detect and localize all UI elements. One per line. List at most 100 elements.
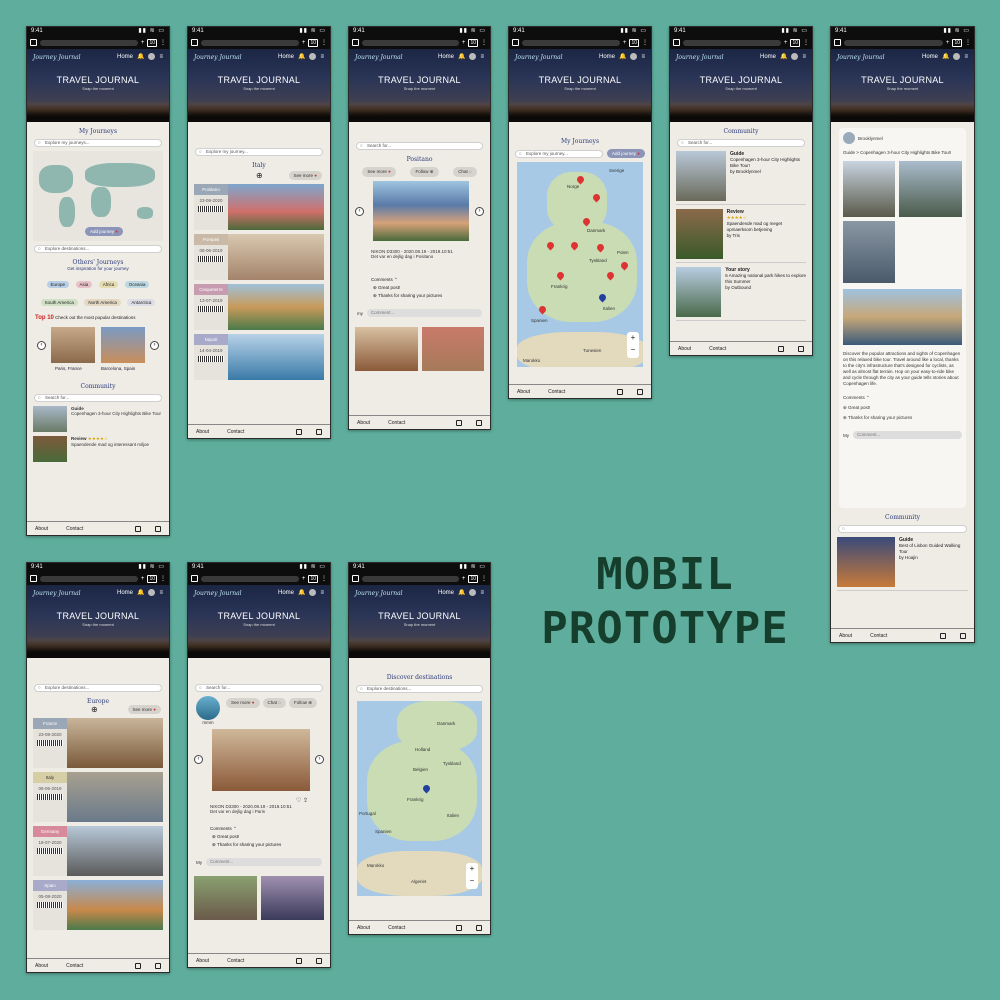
- heart-icon[interactable]: ♡: [296, 798, 301, 804]
- destination-card[interactable]: Italy 08-06-2019: [33, 772, 163, 822]
- facebook-icon[interactable]: [476, 419, 482, 426]
- facebook-icon[interactable]: [798, 345, 804, 352]
- instagram-icon[interactable]: [296, 428, 302, 435]
- menu-icon[interactable]: ⋮: [642, 40, 648, 46]
- tab-count[interactable]: 10: [147, 574, 157, 583]
- community-item[interactable]: Guide Copenhagen 3-hour City Highlights B…: [33, 406, 163, 432]
- nav-home[interactable]: Home: [438, 590, 454, 596]
- tab-count[interactable]: 10: [468, 574, 478, 583]
- logo[interactable]: Journey Journal: [33, 590, 81, 597]
- chevron-left-icon[interactable]: ‹: [37, 341, 46, 350]
- comment-input[interactable]: Comment...: [206, 858, 322, 866]
- share-icon[interactable]: ⇪: [303, 798, 308, 804]
- gallery-photo[interactable]: [194, 876, 257, 920]
- community-search-input[interactable]: Search for...: [34, 394, 162, 402]
- url-bar[interactable]: [201, 575, 299, 582]
- url-bar[interactable]: [362, 39, 459, 46]
- hamburger-icon[interactable]: ≡: [964, 54, 968, 60]
- see-more-button[interactable]: See more ●: [362, 167, 396, 177]
- nav-home[interactable]: Home: [278, 590, 294, 596]
- tab-count[interactable]: 10: [308, 38, 318, 47]
- follow-button[interactable]: Follow ⊕: [288, 698, 317, 708]
- community-post[interactable]: Review ★★★★☆ Spaendende mad og meget opmae…: [676, 209, 806, 263]
- footer-contact-link[interactable]: Contact: [66, 526, 83, 532]
- home-icon[interactable]: [30, 39, 37, 46]
- new-tab-icon[interactable]: +: [302, 40, 306, 46]
- logo[interactable]: Journey Journal: [676, 54, 724, 61]
- gallery-photo[interactable]: [421, 327, 484, 371]
- avatar[interactable]: [148, 53, 156, 60]
- community-item[interactable]: Review ★★★★☆ Spaendende mad og interessan…: [33, 436, 163, 462]
- destination-search-input[interactable]: Explore destinations...: [356, 685, 483, 693]
- facebook-icon[interactable]: [316, 957, 322, 964]
- menu-icon[interactable]: ⋮: [803, 40, 809, 46]
- nav-home[interactable]: Home: [278, 54, 294, 60]
- zoom-in-icon[interactable]: +: [466, 863, 478, 875]
- home-icon[interactable]: [191, 39, 198, 46]
- destination-photo[interactable]: [51, 327, 95, 363]
- search-input[interactable]: Search for...: [195, 684, 323, 692]
- journey-card[interactable]: Pompeii 08-06-2019: [194, 234, 324, 280]
- instagram-icon[interactable]: [456, 924, 462, 931]
- chevron-left-icon[interactable]: ‹: [194, 755, 203, 764]
- journey-card[interactable]: Positano 23-08-2020: [194, 184, 324, 230]
- url-bar[interactable]: [844, 39, 943, 46]
- avatar[interactable]: [309, 589, 317, 596]
- search-input[interactable]: Search for...: [356, 142, 483, 150]
- instagram-icon[interactable]: [296, 957, 302, 964]
- hamburger-icon[interactable]: ≡: [159, 590, 163, 596]
- comments-toggle[interactable]: Comments ⌃: [371, 277, 482, 283]
- new-tab-icon[interactable]: +: [623, 40, 627, 46]
- post-author[interactable]: Brooklynmel: [843, 132, 962, 144]
- chevron-left-icon[interactable]: ‹: [355, 207, 364, 216]
- zoom-out-icon[interactable]: −: [627, 344, 639, 356]
- logo[interactable]: Journey Journal: [33, 54, 81, 61]
- post-photo[interactable]: [843, 161, 895, 217]
- facebook-icon[interactable]: [316, 428, 322, 435]
- comments-toggle[interactable]: Comments ⌃: [210, 826, 322, 832]
- home-icon[interactable]: [512, 39, 519, 46]
- destination-search-input[interactable]: Explore destinations...: [34, 684, 162, 692]
- footer-about-link[interactable]: About: [35, 963, 48, 969]
- url-bar[interactable]: [522, 39, 620, 46]
- footer-contact-link[interactable]: Contact: [227, 958, 244, 964]
- continent-pill[interactable]: North America: [84, 299, 121, 306]
- post-photo[interactable]: [212, 729, 310, 791]
- avatar[interactable]: [469, 53, 477, 60]
- hamburger-icon[interactable]: ≡: [320, 54, 324, 60]
- menu-icon[interactable]: ⋮: [481, 40, 487, 46]
- bell-icon[interactable]: 🔔: [942, 53, 949, 60]
- facebook-icon[interactable]: [155, 525, 161, 532]
- footer-contact-link[interactable]: Contact: [227, 429, 244, 435]
- avatar[interactable]: [309, 53, 317, 60]
- hamburger-icon[interactable]: ≡: [159, 54, 163, 60]
- new-tab-icon[interactable]: +: [784, 40, 788, 46]
- destination-card[interactable]: Spain 05-08-2020: [33, 880, 163, 930]
- bell-icon[interactable]: 🔔: [619, 53, 626, 60]
- footer-contact-link[interactable]: Contact: [870, 633, 887, 639]
- journey-card[interactable]: Cinqueterre 13-07-2019: [194, 284, 324, 330]
- see-more-button[interactable]: See more ●: [288, 171, 322, 180]
- footer-about-link[interactable]: About: [678, 346, 691, 352]
- home-icon[interactable]: [352, 39, 359, 46]
- community-post[interactable]: Guide Copenhagen 3-hour City Highlights B…: [676, 151, 806, 205]
- home-icon[interactable]: [352, 575, 359, 582]
- new-tab-icon[interactable]: +: [141, 40, 145, 46]
- community-search-input[interactable]: [838, 525, 967, 533]
- nav-home[interactable]: Home: [117, 590, 133, 596]
- logo[interactable]: Journey Journal: [355, 590, 403, 597]
- see-more-button[interactable]: See more ●: [127, 705, 161, 714]
- footer-about-link[interactable]: About: [357, 420, 370, 426]
- journey-search-input[interactable]: Explore my journey...: [195, 148, 323, 156]
- logo[interactable]: Journey Journal: [194, 590, 242, 597]
- gallery-photo[interactable]: [261, 876, 324, 920]
- bell-icon[interactable]: 🔔: [298, 53, 305, 60]
- hamburger-icon[interactable]: ≡: [641, 54, 645, 60]
- user-profile[interactable]: mmm: [196, 696, 220, 725]
- footer-about-link[interactable]: About: [196, 958, 209, 964]
- home-icon[interactable]: [191, 575, 198, 582]
- instagram-icon[interactable]: [456, 419, 462, 426]
- world-map[interactable]: Add journey ●: [33, 151, 163, 241]
- tab-count[interactable]: 10: [147, 38, 157, 47]
- journey-card[interactable]: Napoli 14-04-2019: [194, 334, 324, 380]
